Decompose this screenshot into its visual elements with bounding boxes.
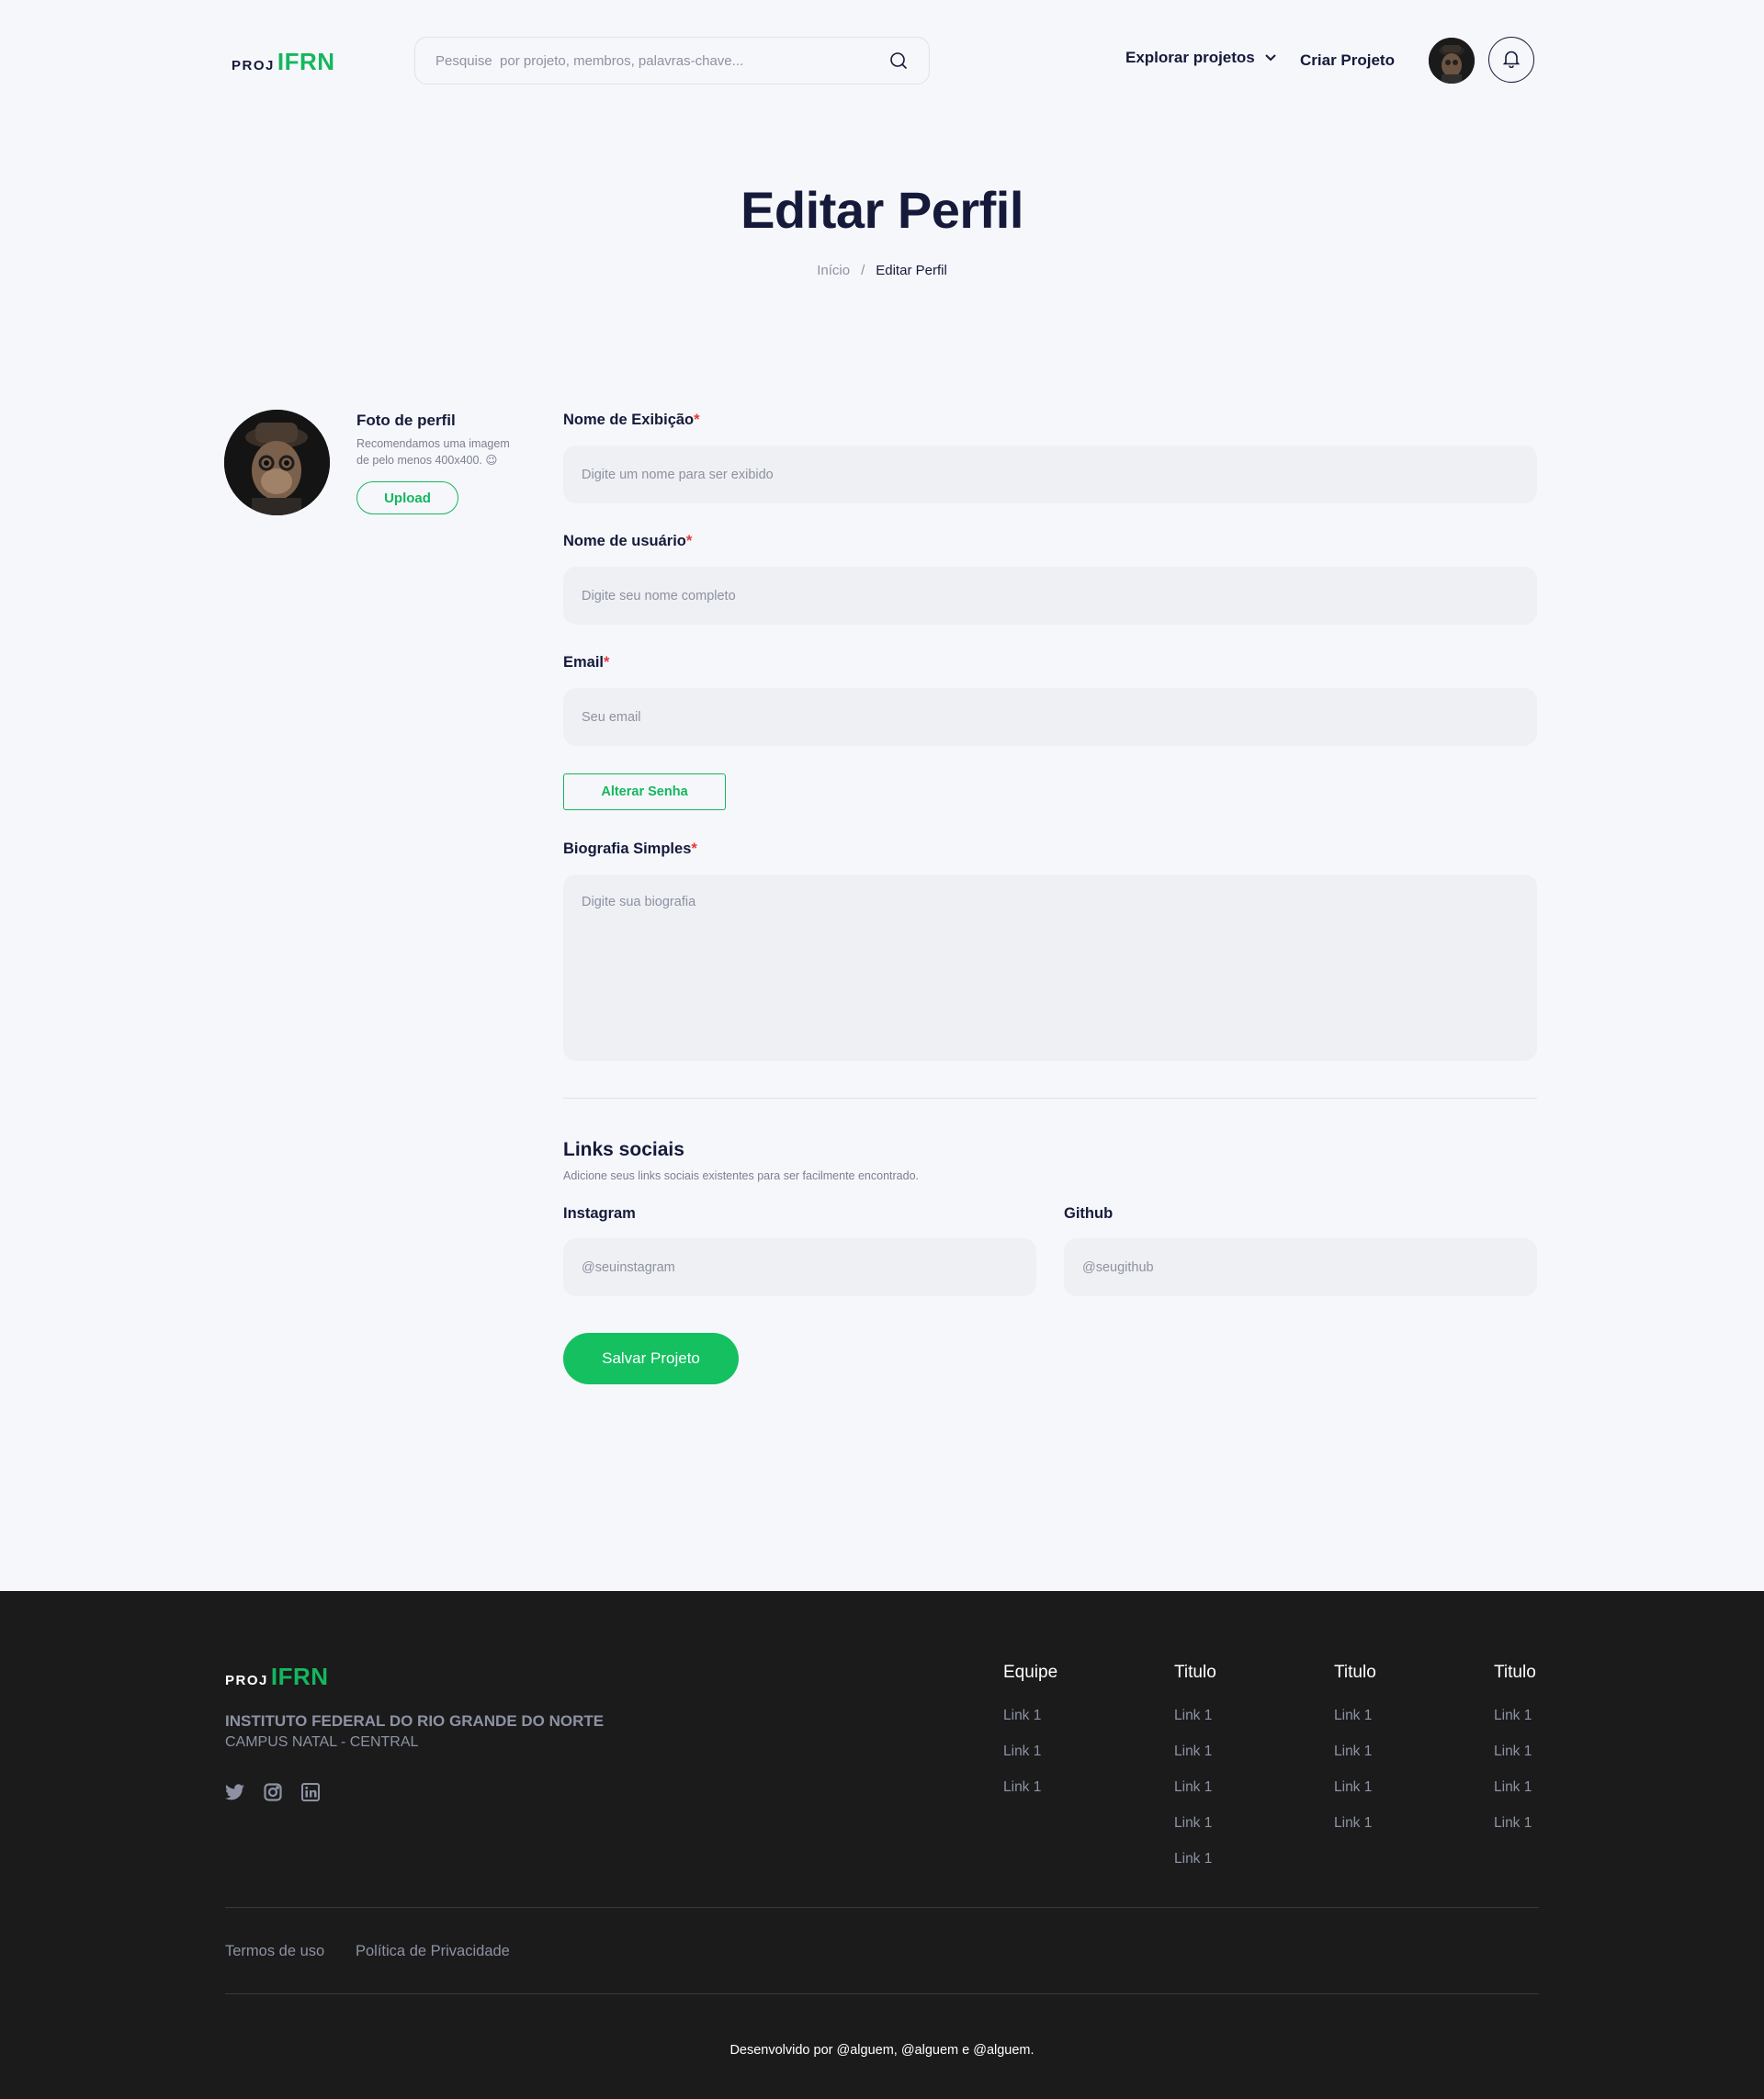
footer-link[interactable]: Link 1: [1174, 1779, 1216, 1815]
footer-column-title: Equipe: [1003, 1663, 1058, 1682]
institute-name: INSTITUTO FEDERAL DO RIO GRANDE DO NORTE: [225, 1712, 605, 1730]
footer-link[interactable]: Link 1: [1174, 1744, 1216, 1779]
footer-divider: [225, 1907, 1539, 1908]
footer-link[interactable]: Link 1: [1174, 1708, 1216, 1744]
footer-link[interactable]: Link 1: [1334, 1708, 1376, 1744]
display-name-label-text: Nome de Exibição: [563, 412, 695, 428]
change-password-button[interactable]: Alterar Senha: [563, 773, 726, 810]
footer-link[interactable]: Link 1: [1334, 1744, 1376, 1779]
footer-divider: [225, 1993, 1539, 1994]
notifications-button[interactable]: [1488, 37, 1534, 83]
footer-column-title: Titulo: [1494, 1663, 1536, 1682]
header-logo[interactable]: PROJ IFRN: [232, 48, 335, 76]
username-label: Nome de usuário*: [563, 533, 692, 550]
footer-link[interactable]: Link 1: [1003, 1744, 1057, 1779]
footer-link[interactable]: Link 1: [1494, 1744, 1536, 1779]
campus-name: CAMPUS NATAL - CENTRAL: [225, 1734, 419, 1750]
chevron-down-icon: [1264, 49, 1277, 67]
search-bar: [414, 37, 930, 85]
required-mark: *: [685, 533, 693, 549]
required-mark: *: [691, 841, 697, 857]
email-label: Email*: [563, 654, 609, 671]
upload-button[interactable]: Upload: [356, 481, 458, 514]
logo-ifrn-text: IFRN: [277, 48, 335, 75]
bell-icon: [1502, 50, 1521, 71]
email-label-text: Email: [563, 654, 605, 671]
logo-ifrn-text: IFRN: [270, 1663, 329, 1690]
instagram-input[interactable]: [563, 1238, 1036, 1296]
breadcrumb: Início / Editar Perfil: [0, 263, 1764, 278]
required-mark: *: [604, 654, 610, 671]
twitter-icon[interactable]: [225, 1782, 244, 1801]
username-label-text: Nome de usuário: [563, 533, 686, 549]
footer-column-equipe: Equipe Link 1 Link 1 Link 1: [1003, 1663, 1057, 1815]
footer-link[interactable]: Link 1: [1494, 1708, 1536, 1744]
footer-link[interactable]: Link 1: [1494, 1815, 1536, 1851]
footer-link[interactable]: Link 1: [1003, 1708, 1057, 1744]
footer-credits: Desenvolvido por @alguem, @alguem e @alg…: [729, 2043, 1035, 2058]
footer-column-title: Titulo: [1174, 1663, 1216, 1682]
required-mark: *: [694, 412, 700, 428]
github-input[interactable]: [1064, 1238, 1537, 1296]
instagram-label: Instagram: [563, 1205, 636, 1222]
footer-link[interactable]: Link 1: [1334, 1815, 1376, 1851]
github-label: Github: [1064, 1205, 1114, 1222]
display-name-input[interactable]: [563, 446, 1537, 503]
email-input[interactable]: [563, 688, 1537, 746]
footer-logo[interactable]: PROJ IFRN: [225, 1663, 329, 1691]
footer-column-2: Titulo Link 1 Link 1 Link 1 Link 1 Link …: [1174, 1663, 1216, 1887]
username-input[interactable]: [563, 567, 1537, 625]
social-links-title: Links sociais: [563, 1139, 684, 1160]
page-title: Editar Perfil: [741, 181, 1023, 239]
bio-textarea[interactable]: [563, 875, 1537, 1061]
footer-column-title: Titulo: [1334, 1663, 1376, 1682]
privacy-link[interactable]: Política de Privacidade: [356, 1943, 510, 1960]
footer-link[interactable]: Link 1: [1174, 1851, 1216, 1887]
footer-link[interactable]: Link 1: [1003, 1779, 1057, 1815]
save-button[interactable]: Salvar Projeto: [563, 1333, 739, 1384]
search-input[interactable]: [435, 52, 888, 69]
footer-link[interactable]: Link 1: [1174, 1815, 1216, 1851]
user-avatar[interactable]: [1429, 38, 1475, 84]
profile-photo: [224, 410, 330, 515]
profile-photo-title: Foto de perfil: [356, 412, 456, 429]
bio-label: Biografia Simples*: [563, 841, 697, 858]
logo-proj-text: PROJ: [232, 58, 275, 73]
footer-link[interactable]: Link 1: [1494, 1779, 1536, 1815]
footer-column-4: Titulo Link 1 Link 1 Link 1 Link 1: [1494, 1663, 1536, 1851]
section-divider: [563, 1098, 1537, 1099]
breadcrumb-current: Editar Perfil: [876, 263, 947, 278]
social-links-description: Adicione seus links sociais existentes p…: [563, 1169, 920, 1182]
breadcrumb-home[interactable]: Início: [817, 263, 850, 278]
search-icon[interactable]: [888, 51, 909, 71]
terms-link[interactable]: Termos de uso: [225, 1943, 324, 1960]
bio-label-text: Biografia Simples: [563, 841, 692, 857]
breadcrumb-separator: /: [861, 263, 865, 278]
linkedin-icon[interactable]: [300, 1782, 320, 1801]
logo-proj-text: PROJ: [225, 1673, 268, 1688]
instagram-icon[interactable]: [263, 1782, 282, 1801]
nav-explore-label: Explorar projetos: [1125, 49, 1255, 66]
nav-explore-projects[interactable]: Explorar projetos: [1125, 49, 1277, 67]
footer-link[interactable]: Link 1: [1334, 1779, 1376, 1815]
social-icons: [225, 1782, 320, 1801]
nav-create-project[interactable]: Criar Projeto: [1300, 51, 1395, 70]
display-name-label: Nome de Exibição*: [563, 412, 700, 429]
footer-column-3: Titulo Link 1 Link 1 Link 1 Link 1: [1334, 1663, 1376, 1851]
profile-photo-description: Recomendamos uma imagem de pelo menos 40…: [356, 437, 510, 467]
